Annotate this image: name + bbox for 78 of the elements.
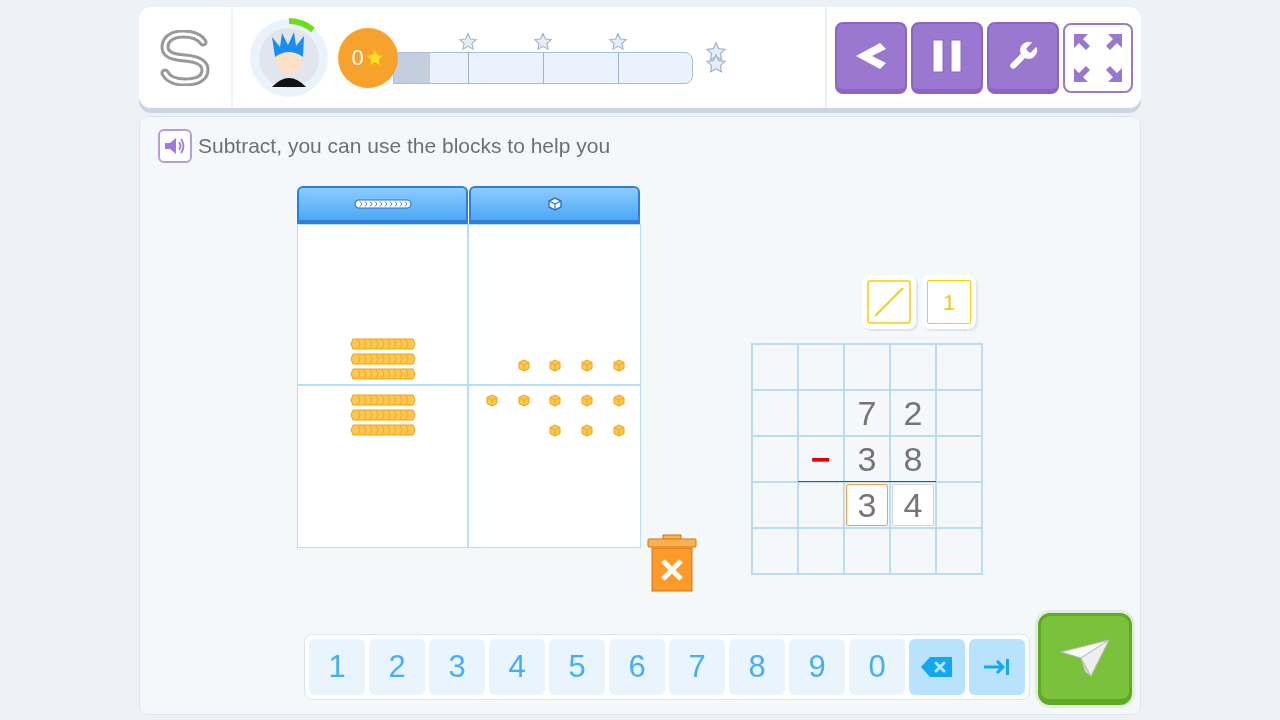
slash-icon	[867, 280, 911, 324]
answer-field[interactable]: 4	[892, 484, 934, 526]
speaker-icon	[164, 137, 186, 155]
grid-cell[interactable]	[936, 482, 982, 528]
instruction-text: Subtract, you can use the blocks to help you	[198, 133, 611, 160]
grid-cell[interactable]	[936, 528, 982, 574]
grid-cell[interactable]	[936, 344, 982, 390]
number-key[interactable]: 8	[729, 639, 785, 695]
grid-cell[interactable]	[752, 390, 798, 436]
tab-key[interactable]	[969, 639, 1025, 695]
unit-cube-icon[interactable]	[486, 394, 499, 407]
cube-icon	[547, 197, 562, 211]
star-icon	[608, 31, 628, 52]
backspace-key[interactable]	[909, 639, 965, 695]
grid-cell[interactable]	[844, 344, 890, 390]
grid-cell[interactable]	[752, 528, 798, 574]
star-icon	[458, 31, 478, 52]
trash-icon[interactable]	[647, 534, 697, 592]
pause-button[interactable]	[911, 21, 983, 94]
fullscreen-button[interactable]	[1063, 22, 1133, 93]
unit-cube-icon[interactable]	[580, 394, 593, 407]
ten-rod-icon	[353, 199, 412, 209]
star-icon	[364, 47, 385, 68]
unit-cube-icon[interactable]	[549, 359, 562, 372]
grid-cell[interactable]	[798, 528, 844, 574]
arrow-to-bar-icon	[983, 658, 1011, 676]
grid-cell[interactable]	[890, 528, 936, 574]
backspace-icon	[920, 656, 954, 678]
digit: 2	[890, 390, 936, 436]
number-key[interactable]: 9	[789, 639, 845, 695]
logo-icon	[159, 29, 211, 86]
unit-cube-icon[interactable]	[612, 359, 625, 372]
ten-rod-icon[interactable]	[349, 368, 416, 380]
digit: 7	[844, 390, 890, 436]
ten-rod-icon[interactable]	[349, 409, 416, 421]
grid-cell[interactable]	[844, 528, 890, 574]
number-key[interactable]: 2	[369, 639, 425, 695]
unit-cube-icon[interactable]	[580, 424, 593, 437]
unit-cube-icon[interactable]	[517, 394, 530, 407]
stars-icon	[705, 40, 727, 63]
pause-icon	[931, 39, 963, 73]
unit-cube-icon[interactable]	[612, 394, 625, 407]
grid-cell[interactable]	[798, 482, 844, 528]
number-key[interactable]: 6	[609, 639, 665, 695]
ten-rod-icon[interactable]	[349, 424, 416, 436]
ten-rod-icon[interactable]	[349, 353, 416, 365]
number-key[interactable]: 5	[549, 639, 605, 695]
ten-rod-icon[interactable]	[349, 394, 416, 406]
grid-cell[interactable]	[936, 436, 982, 482]
grid-cell[interactable]	[936, 390, 982, 436]
stars-icon	[705, 52, 727, 75]
grid-cell[interactable]	[752, 482, 798, 528]
ten-rod-icon[interactable]	[349, 338, 416, 350]
grid-cell[interactable]	[752, 344, 798, 390]
number-key[interactable]: 0	[849, 639, 905, 695]
number-key[interactable]: 1	[309, 639, 365, 695]
grid-cell[interactable]	[890, 344, 936, 390]
unit-cube-icon[interactable]	[549, 424, 562, 437]
unit-cube-icon[interactable]	[549, 394, 562, 407]
answer-field[interactable]: 3	[846, 484, 888, 526]
unit-cube-icon[interactable]	[580, 359, 593, 372]
avatar-icon	[249, 17, 329, 98]
score: 0	[351, 44, 364, 72]
unit-cube-icon[interactable]	[517, 359, 530, 372]
back-arrow-icon	[854, 40, 888, 72]
back-button[interactable]	[835, 21, 907, 94]
settings-button[interactable]	[987, 21, 1059, 94]
grid-cell[interactable]	[752, 436, 798, 482]
submit-button[interactable]	[1038, 613, 1132, 705]
number-key[interactable]: 4	[489, 639, 545, 695]
grid-cell[interactable]	[798, 344, 844, 390]
slash-tool[interactable]	[862, 275, 916, 329]
grid-cell[interactable]	[798, 390, 844, 436]
number-key[interactable]: 3	[429, 639, 485, 695]
number-key[interactable]: 7	[669, 639, 725, 695]
star-icon	[533, 31, 553, 52]
speaker-button[interactable]	[158, 129, 192, 163]
unit-cube-icon[interactable]	[612, 424, 625, 437]
